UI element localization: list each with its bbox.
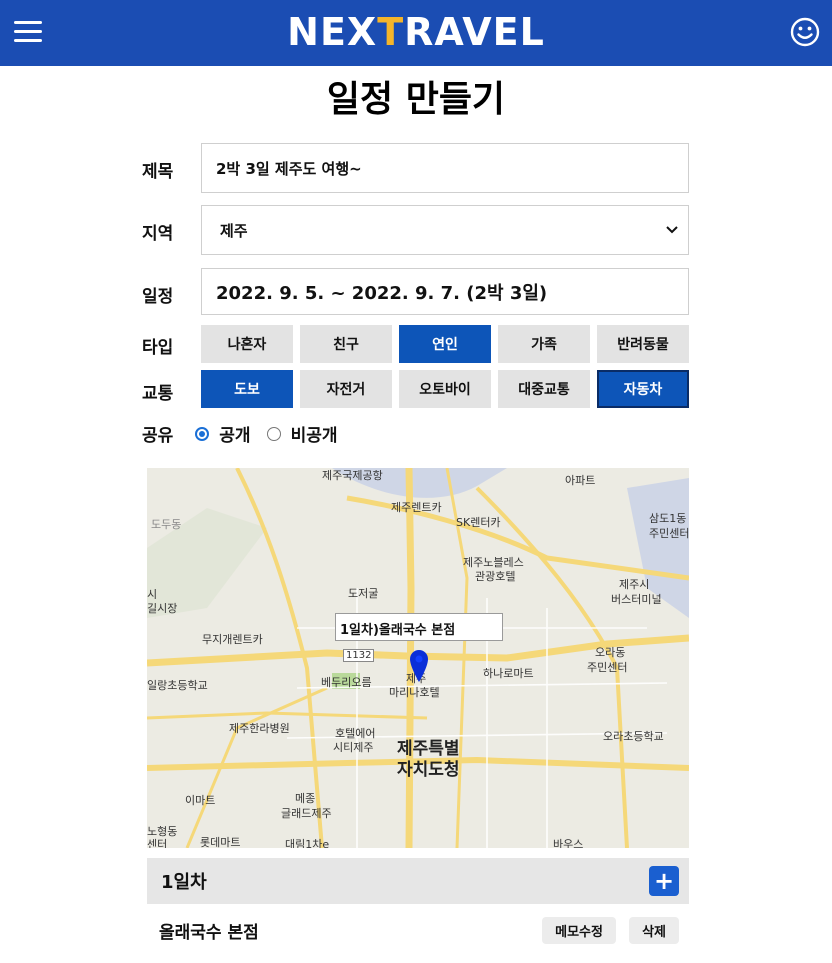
map-label-dojeo: 도저굴 [348, 587, 379, 600]
transport-option-public-transit[interactable]: 대중교통 [498, 370, 590, 408]
region-selected-value: 제주 [220, 221, 248, 240]
date-range-value: 2022. 9. 5. ~ 2022. 9. 7. (2박 3일) [216, 282, 548, 304]
place-item: 올래국수 본점 메모수정 삭제 [147, 912, 689, 948]
transport-option-car[interactable]: 자동차 [597, 370, 689, 408]
type-option-couple[interactable]: 연인 [399, 325, 491, 363]
type-option-pet[interactable]: 반려동물 [597, 325, 689, 363]
map-label-provincial-office2: 자치도청 [397, 760, 460, 780]
share-private-label[interactable]: 비공개 [291, 421, 338, 446]
transport-option-motorcycle[interactable]: 오토바이 [399, 370, 491, 408]
date-range-input[interactable]: 2022. 9. 5. ~ 2022. 9. 7. (2박 3일) [201, 268, 689, 315]
logo-text-part2: RAVEL [404, 10, 545, 54]
map-label-glad: 글래드제주 [281, 807, 332, 820]
map-label-samdo-center: 주민센터 [649, 527, 689, 540]
map-label-nohyeong-center: 센터 [147, 838, 168, 848]
map-label-bus: 제주시 [619, 578, 650, 591]
title-label: 제목 [142, 162, 174, 182]
transport-options: 도보 자전거 오토바이 대중교통 자동차 [201, 370, 689, 408]
logo-text-part1: NEX [287, 10, 378, 54]
chevron-down-icon [666, 226, 678, 234]
map-label-emart: 이마트 [185, 794, 216, 807]
transport-label: 교통 [142, 384, 174, 404]
region-select[interactable]: 제주 [201, 205, 689, 255]
map-label-mejong: 메종 [295, 792, 316, 805]
plus-icon[interactable]: + [649, 866, 679, 896]
map-label-marina: 마리나호텔 [389, 686, 440, 699]
map-label-samdo: 삼도1동 [649, 512, 687, 525]
type-option-family[interactable]: 가족 [498, 325, 590, 363]
map-label-jeju-rentcar: 제주렌트카 [391, 501, 442, 514]
map-label-betu: 베두리오름 [321, 676, 372, 689]
map-label-city-jeju: 시티제주 [333, 741, 374, 754]
type-option-solo[interactable]: 나혼자 [201, 325, 293, 363]
app-logo[interactable]: NEXTRAVEL [0, 10, 832, 54]
map-label-ora-school: 오라초등학교 [603, 730, 664, 743]
map-label-hospital: 제주한라병원 [229, 722, 290, 735]
share-label: 공유 [142, 426, 174, 446]
map-label-bus-terminal: 버스터미널 [611, 593, 662, 606]
location-marker-icon[interactable] [409, 649, 429, 683]
type-options: 나혼자 친구 연인 가족 반려동물 [201, 325, 689, 363]
map-label-apartment: 아파트 [565, 474, 596, 487]
map-label-airport: 제주국제공항 [322, 469, 383, 482]
day-title: 1일차 [161, 872, 207, 893]
top-navigation-bar: NEXTRAVEL [0, 0, 832, 66]
share-private-radio[interactable] [266, 426, 281, 441]
smiley-icon[interactable] [790, 17, 820, 47]
share-public-label[interactable]: 공개 [219, 421, 250, 446]
map-marker-popup[interactable]: 1일차)올래국수 본점 [335, 613, 503, 641]
map-label-road-number: 1132 [343, 649, 375, 662]
type-label: 타입 [142, 338, 174, 358]
delete-button[interactable]: 삭제 [629, 916, 679, 944]
map-label-rainbow-rentcar: 무지개렌트카 [202, 633, 263, 646]
transport-option-walk[interactable]: 도보 [201, 370, 293, 408]
schedule-label: 일정 [142, 287, 174, 307]
map-label-ora: 오라동 [595, 646, 626, 659]
page-title: 일정 만들기 [326, 79, 506, 120]
map-label-dodu: 도두동 [151, 518, 182, 531]
map-label-hanaro: 하나로마트 [483, 667, 534, 680]
trip-title-input[interactable]: 2박 3일 제주도 여행~ [201, 143, 689, 193]
map-label-lotte: 롯데마트 [200, 836, 241, 848]
map-label-sk-rentcar: SK렌터카 [456, 516, 501, 529]
type-option-friends[interactable]: 친구 [300, 325, 392, 363]
transport-option-bicycle[interactable]: 자전거 [300, 370, 392, 408]
region-label: 지역 [142, 224, 174, 244]
share-public-radio[interactable] [195, 426, 210, 441]
day-1-header: 1일차 + [147, 858, 689, 904]
place-name: 올래국수 본점 [159, 922, 259, 943]
logo-text-accent: T [377, 10, 405, 54]
route-map[interactable]: 제주국제공항 아파트 제주렌트카 SK렌터카 삼도1동 주민센터 도두동 제주노… [147, 468, 689, 848]
map-label-ora-center: 주민센터 [587, 661, 628, 674]
map-label-bawoo: 바우스 [553, 838, 584, 848]
map-label-noble-hotel: 관광호텔 [475, 570, 516, 583]
share-setting: 공유 공개 비공개 [142, 421, 337, 446]
map-label-daerim: 대림1차e [285, 838, 330, 848]
map-label-market2: 길시장 [147, 602, 178, 615]
trip-title-value: 2박 3일 제주도 여행~ [216, 159, 362, 178]
edit-memo-button[interactable]: 메모수정 [542, 916, 616, 944]
map-label-school: 일랑초등학교 [147, 679, 208, 692]
